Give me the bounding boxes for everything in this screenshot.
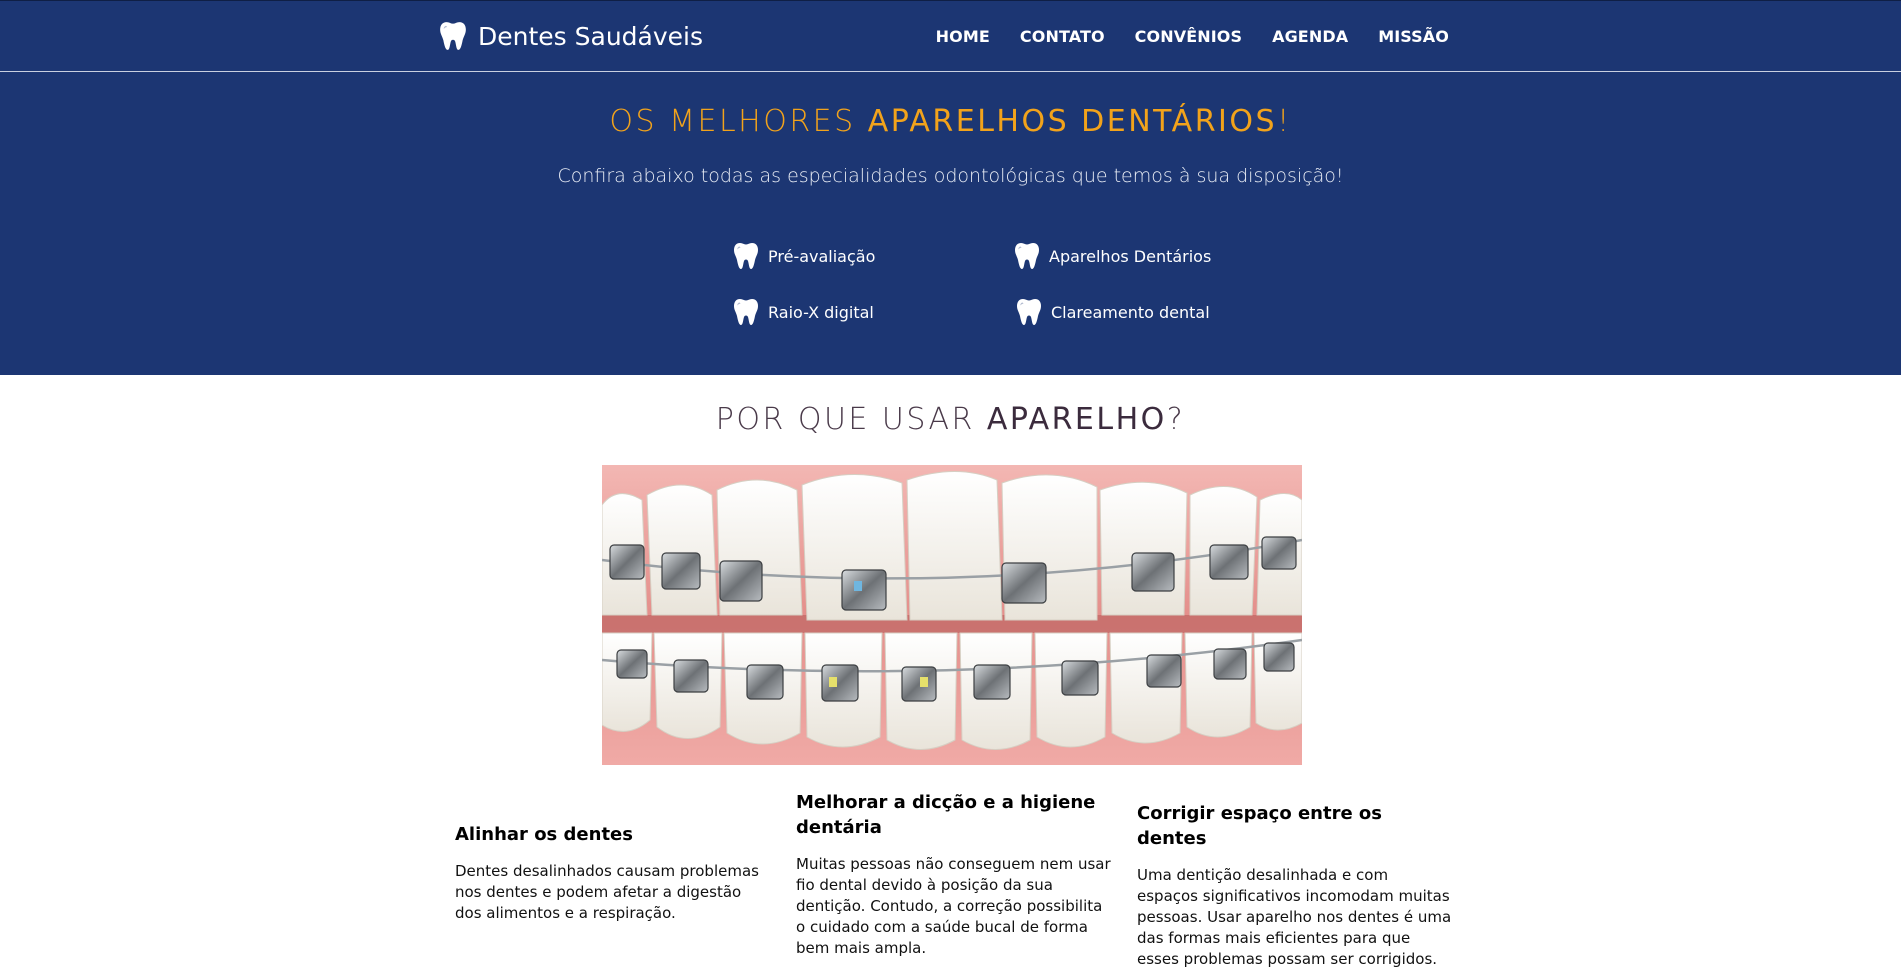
- tooth-icon: [1017, 298, 1041, 326]
- top-navbar: Dentes Saudáveis HOME CONTATO CONVÊNIOS …: [0, 0, 1901, 72]
- section-title-end: ?: [1166, 402, 1186, 437]
- nav-convenios[interactable]: CONVÊNIOS: [1135, 27, 1242, 46]
- card-text: Uma dentição desalinhada e com espaços s…: [1137, 866, 1452, 968]
- brand-name: Dentes Saudáveis: [478, 21, 703, 51]
- hero-title-end: !: [1277, 104, 1292, 139]
- service-label: Raio-X digital: [768, 302, 874, 322]
- card-title: Alinhar os dentes: [455, 824, 633, 845]
- tooth-icon: [734, 242, 758, 270]
- reason-card: Melhorar a dicção e a higiene dentária M…: [796, 790, 1111, 959]
- brand-link[interactable]: Dentes Saudáveis: [440, 21, 703, 51]
- tooth-icon: [734, 298, 758, 326]
- hero-title: OS MELHORES APARELHOS DENTÁRIOS!: [0, 104, 1901, 139]
- hero-section: OS MELHORES APARELHOS DENTÁRIOS! Confira…: [0, 72, 1901, 375]
- service-label: Aparelhos Dentários: [1049, 246, 1212, 266]
- service-item: Pré-avaliação: [734, 242, 875, 270]
- nav-agenda[interactable]: AGENDA: [1272, 27, 1348, 46]
- service-label: Clareamento dental: [1051, 302, 1210, 322]
- tooth-icon: [440, 21, 466, 51]
- nav-home[interactable]: HOME: [936, 27, 990, 46]
- section-title-light: POR QUE USAR: [715, 402, 987, 437]
- braces-photo: [602, 465, 1302, 765]
- hero-title-strong: APARELHOS DENTÁRIOS: [867, 104, 1278, 139]
- section-title-strong: APARELHO: [986, 402, 1167, 437]
- card-title: Melhorar a dicção e a higiene dentária: [796, 792, 1096, 838]
- nav-menu: HOME CONTATO CONVÊNIOS AGENDA MISSÃO: [906, 27, 1449, 46]
- service-item: Aparelhos Dentários: [1015, 242, 1211, 270]
- card-text: Dentes desalinhados causam problemas nos…: [455, 862, 759, 922]
- reason-card: Corrigir espaço entre os dentes Uma dent…: [1137, 801, 1452, 970]
- service-item: Clareamento dental: [1017, 298, 1210, 326]
- card-title: Corrigir espaço entre os dentes: [1137, 803, 1383, 849]
- service-label: Pré-avaliação: [768, 246, 876, 266]
- card-text: Muitas pessoas não conseguem nem usar fi…: [796, 855, 1111, 957]
- nav-contato[interactable]: CONTATO: [1020, 27, 1105, 46]
- reason-card: Alinhar os dentes Dentes desalinhados ca…: [455, 822, 770, 924]
- hero-subtitle: Confira abaixo todas as especialidades o…: [557, 165, 1344, 187]
- hero-title-light: OS MELHORES: [609, 104, 868, 139]
- service-item: Raio-X digital: [734, 298, 874, 326]
- braces-illustration: [602, 465, 1302, 765]
- nav-missao[interactable]: MISSÃO: [1378, 27, 1449, 46]
- tooth-icon: [1015, 242, 1039, 270]
- section-title: POR QUE USAR APARELHO?: [0, 402, 1901, 437]
